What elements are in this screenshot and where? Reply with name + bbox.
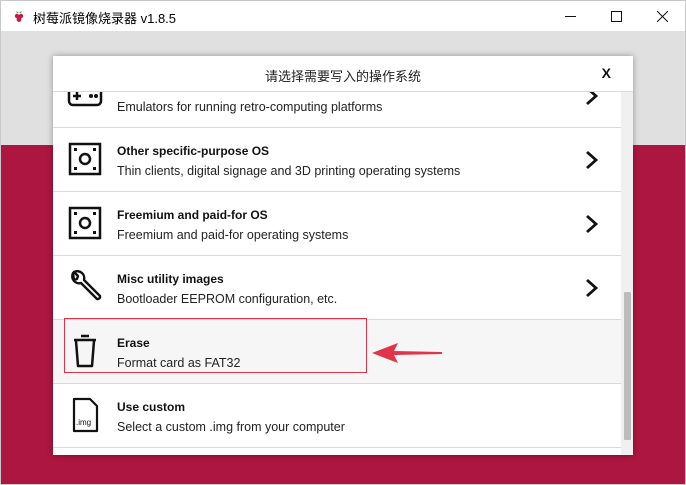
item-description: Bootloader EEPROM configuration, etc. <box>117 292 338 306</box>
dialog-header: 请选择需要写入的操作系统 X <box>53 56 633 92</box>
item-name: Use custom <box>117 400 186 414</box>
chevron-right-icon <box>586 214 599 234</box>
minimize-button[interactable] <box>547 1 593 31</box>
os-chip-icon <box>68 142 102 176</box>
scrollbar-thumb[interactable] <box>624 292 631 440</box>
chevron-right-icon <box>586 278 599 298</box>
list-item-freemium-os[interactable]: Freemium and paid-for OS Freemium and pa… <box>53 192 621 256</box>
item-description: Freemium and paid-for operating systems <box>117 228 349 242</box>
item-description: Format card as FAT32 <box>117 356 241 370</box>
list-item-use-custom[interactable]: .img Use custom Select a custom .img fro… <box>53 384 621 448</box>
dialog-title: 请选择需要写入的操作系统 <box>264 69 421 84</box>
list-scrollbar[interactable] <box>621 92 633 455</box>
item-description: Thin clients, digital signage and 3D pri… <box>117 164 461 178</box>
red-arrow-annotation <box>372 343 442 363</box>
window-title: 树莓派镜像烧录器 v1.8.5 <box>33 11 177 26</box>
list-item-erase[interactable]: Erase Format card as FAT32 <box>53 320 621 384</box>
item-description: Emulators for running retro-computing pl… <box>117 100 383 114</box>
close-button[interactable] <box>639 1 685 31</box>
title-bar: 树莓派镜像烧录器 v1.8.5 <box>1 1 685 31</box>
item-name: Erase <box>117 336 150 350</box>
os-select-dialog: 请选择需要写入的操作系统 X Emulators for running ret… <box>53 56 633 455</box>
list-item-emulation[interactable]: Emulators for running retro-computing pl… <box>53 92 621 128</box>
close-icon <box>656 10 668 22</box>
item-name: Other specific-purpose OS <box>117 144 270 158</box>
item-name: Misc utility images <box>117 272 224 286</box>
item-description: Select a custom .img from your computer <box>117 420 345 434</box>
raspberry-pi-icon <box>14 11 24 22</box>
gamepad-icon <box>67 92 103 107</box>
trash-icon <box>74 334 96 368</box>
img-file-icon: .img <box>72 397 99 433</box>
maximize-icon <box>610 10 622 22</box>
img-file-icon-label: .img <box>76 418 91 427</box>
minimize-icon <box>564 15 576 17</box>
item-name: Freemium and paid-for OS <box>117 208 268 222</box>
list-item-misc-utility[interactable]: Misc utility images Bootloader EEPROM co… <box>53 256 621 320</box>
chevron-right-icon <box>586 150 599 170</box>
dialog-close-button[interactable]: X <box>602 65 611 81</box>
chevron-right-icon <box>586 92 599 106</box>
os-chip-icon <box>68 206 102 240</box>
list-item-specific-purpose-os[interactable]: Other specific-purpose OS Thin clients, … <box>53 128 621 192</box>
maximize-button[interactable] <box>593 1 639 31</box>
wrench-icon <box>71 270 102 301</box>
os-list: Emulators for running retro-computing pl… <box>53 92 633 455</box>
